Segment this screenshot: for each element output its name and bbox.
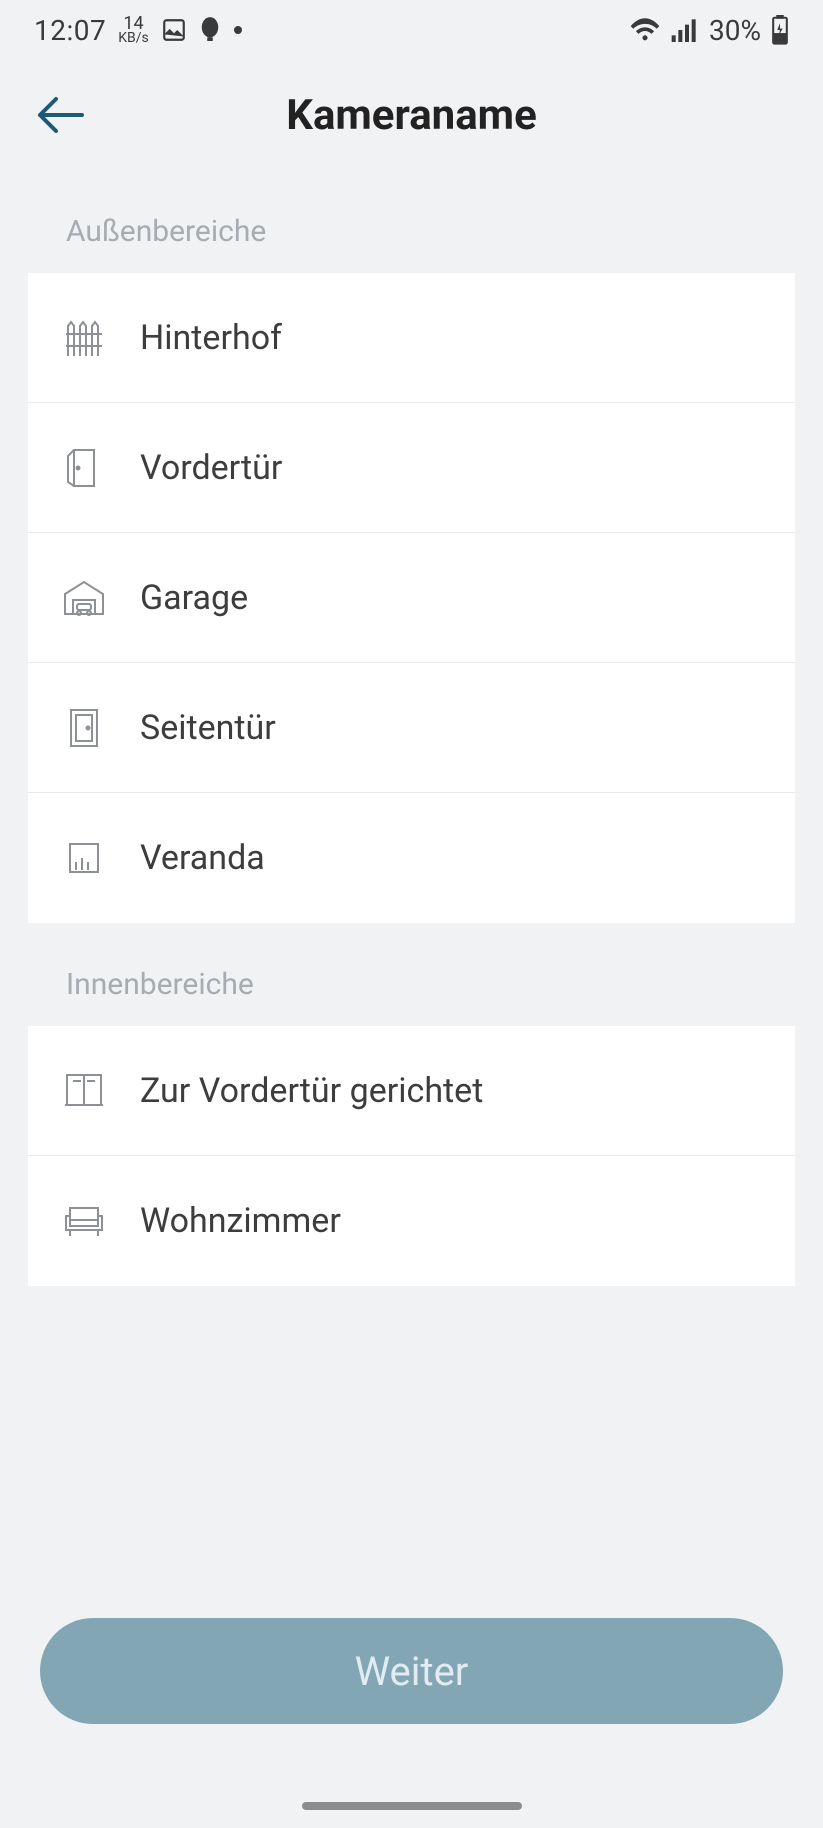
- status-bar: 12:07 14 KB/s 30%: [0, 0, 823, 60]
- sofa-icon: [60, 1204, 108, 1238]
- signal-icon: [671, 18, 699, 42]
- arrow-left-icon: [36, 95, 84, 135]
- network-speed: 14 KB/s: [118, 16, 149, 45]
- list-item-veranda[interactable]: Veranda: [28, 793, 795, 923]
- battery-icon: [771, 15, 789, 45]
- wifi-icon: [629, 17, 661, 43]
- list-item-zur-vordertuer[interactable]: Zur Vordertür gerichtet: [28, 1026, 795, 1156]
- section-label-outdoor: Außenbereiche: [0, 170, 823, 273]
- list-item-vordertuer[interactable]: Vordertür: [28, 403, 795, 533]
- list-item-label: Veranda: [140, 838, 265, 878]
- outdoor-list: Hinterhof Vordertür Garage: [28, 273, 795, 923]
- door-icon: [60, 708, 108, 748]
- list-item-hinterhof[interactable]: Hinterhof: [28, 273, 795, 403]
- back-button[interactable]: [32, 87, 88, 143]
- indoor-list: Zur Vordertür gerichtet Wohnzimmer: [28, 1026, 795, 1286]
- open-door-icon: [60, 448, 108, 488]
- list-item-wohnzimmer[interactable]: Wohnzimmer: [28, 1156, 795, 1286]
- header: Kameraname: [0, 60, 823, 170]
- home-indicator[interactable]: [302, 1802, 522, 1810]
- list-item-label: Vordertür: [140, 448, 282, 488]
- bulb-icon: [199, 17, 221, 43]
- fence-icon: [60, 320, 108, 356]
- veranda-icon: [60, 840, 108, 876]
- continue-button[interactable]: Weiter: [40, 1618, 783, 1724]
- list-item-label: Wohnzimmer: [140, 1201, 341, 1241]
- battery-percent: 30%: [709, 14, 761, 47]
- continue-label: Weiter: [355, 1648, 469, 1695]
- list-item-label: Zur Vordertür gerichtet: [140, 1071, 483, 1111]
- gallery-icon: [161, 17, 187, 43]
- garage-icon: [60, 580, 108, 616]
- section-label-indoor: Innenbereiche: [0, 923, 823, 1026]
- list-item-label: Garage: [140, 578, 248, 618]
- list-item-garage[interactable]: Garage: [28, 533, 795, 663]
- dot-icon: [233, 25, 243, 35]
- double-door-icon: [60, 1073, 108, 1109]
- list-item-label: Seitentür: [140, 708, 276, 748]
- page-title: Kameraname: [0, 91, 823, 140]
- list-item-label: Hinterhof: [140, 318, 282, 358]
- status-time: 12:07: [34, 14, 106, 47]
- list-item-seitentuer[interactable]: Seitentür: [28, 663, 795, 793]
